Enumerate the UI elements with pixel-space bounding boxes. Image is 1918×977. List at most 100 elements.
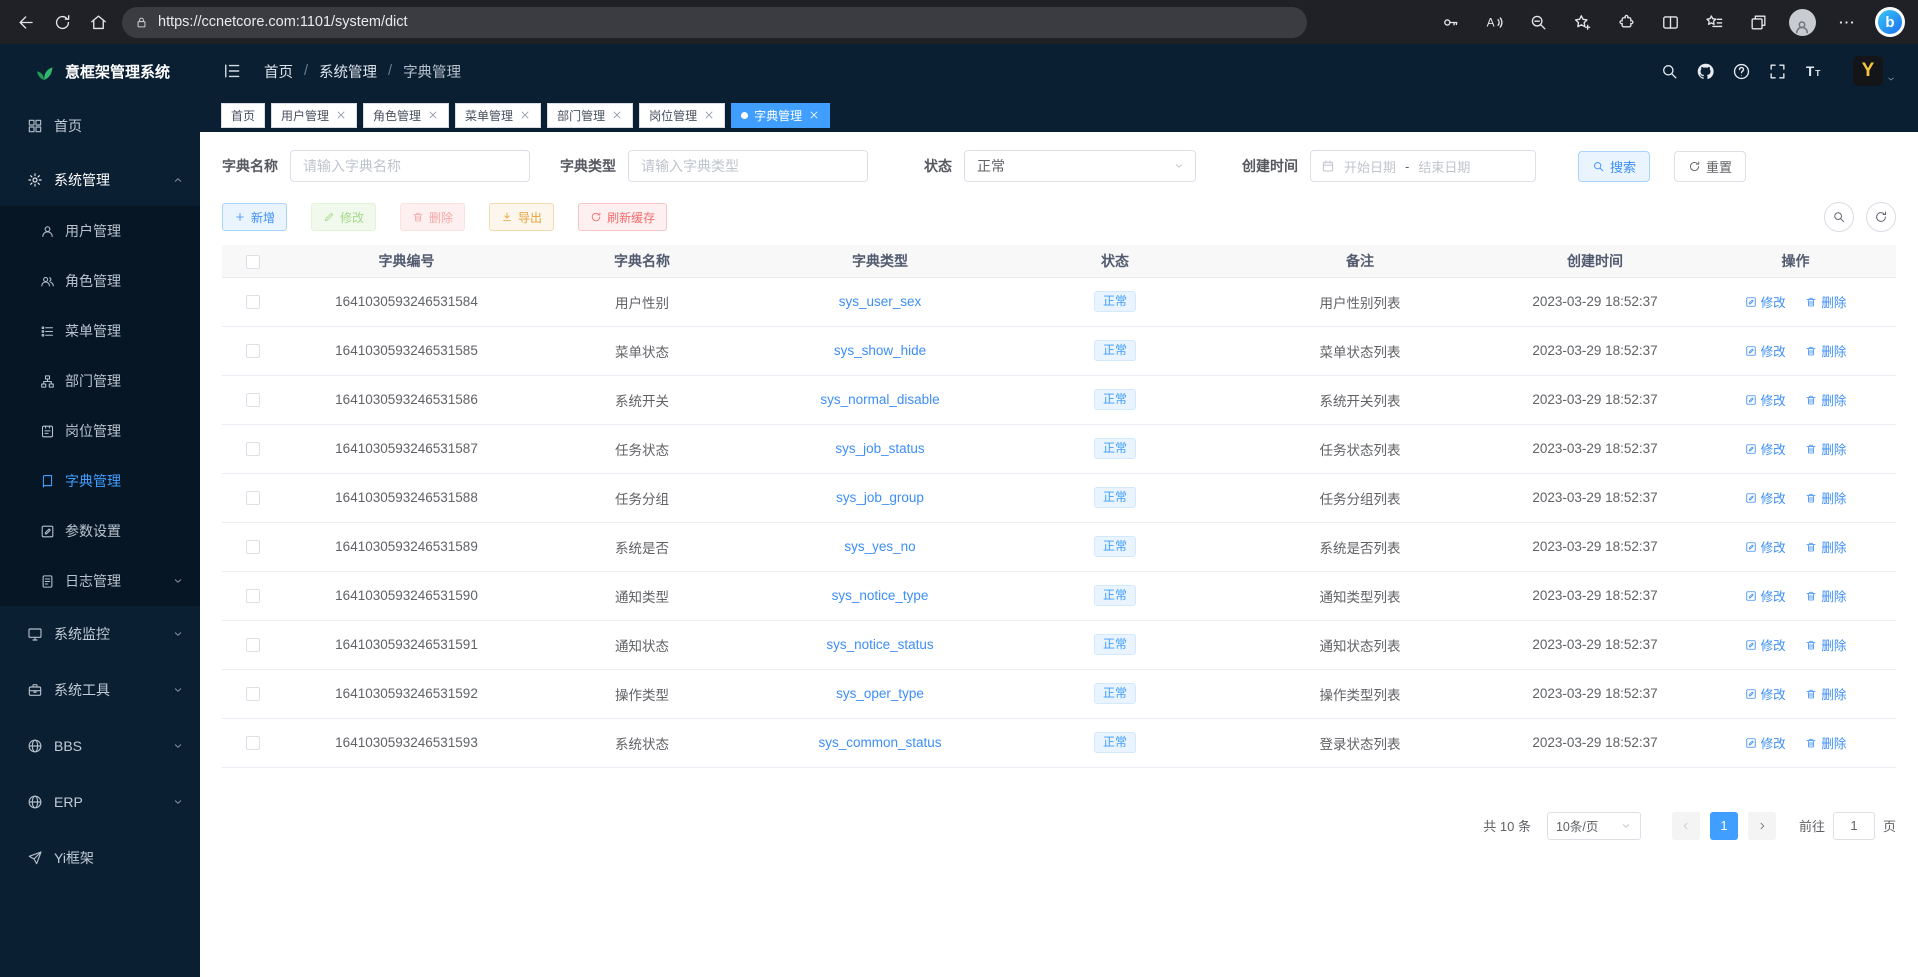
close-icon[interactable] [703, 109, 715, 121]
row-delete-button[interactable]: 删除 [1805, 488, 1846, 507]
toggle-search-button[interactable] [1824, 202, 1854, 232]
next-page-button[interactable] [1748, 812, 1776, 840]
dict-type-link[interactable]: sys_common_status [818, 735, 941, 750]
row-edit-button[interactable]: 修改 [1745, 586, 1786, 605]
sidebar-item-menu-management[interactable]: 菜单管理 [0, 306, 200, 356]
reset-button[interactable]: 重置 [1674, 151, 1746, 182]
dict-type-link[interactable]: sys_oper_type [836, 686, 924, 701]
user-menu[interactable]: Y [1853, 56, 1896, 86]
goto-page-input[interactable] [1833, 812, 1875, 840]
dict-type-link[interactable]: sys_normal_disable [820, 392, 939, 407]
select-all-checkbox[interactable] [246, 255, 260, 269]
row-delete-button[interactable]: 删除 [1805, 292, 1846, 311]
row-delete-button[interactable]: 删除 [1805, 733, 1846, 752]
password-key-icon[interactable] [1432, 4, 1468, 40]
prev-page-button[interactable] [1672, 812, 1700, 840]
sidebar-item-user-management[interactable]: 用户管理 [0, 206, 200, 256]
close-icon[interactable] [427, 109, 439, 121]
date-start-placeholder[interactable]: 开始日期 [1344, 157, 1396, 176]
tab-dept-management[interactable]: 部门管理 [547, 103, 633, 128]
browser-home-button[interactable] [80, 4, 116, 40]
row-checkbox[interactable] [246, 540, 260, 554]
search-button[interactable]: 搜索 [1578, 151, 1650, 182]
add-button[interactable]: 新增 [222, 203, 287, 231]
dict-type-link[interactable]: sys_user_sex [839, 294, 922, 309]
row-checkbox[interactable] [246, 491, 260, 505]
row-delete-button[interactable]: 删除 [1805, 341, 1846, 360]
app-logo[interactable]: 意框架管理系统 [0, 44, 200, 98]
sidebar-item-bbs[interactable]: BBS [0, 718, 200, 774]
export-button[interactable]: 导出 [489, 203, 554, 231]
row-delete-button[interactable]: 删除 [1805, 586, 1846, 605]
sidebar-item-post-management[interactable]: 岗位管理 [0, 406, 200, 456]
profile-avatar[interactable] [1784, 4, 1820, 40]
dict-type-link[interactable]: sys_show_hide [834, 343, 926, 358]
row-edit-button[interactable]: 修改 [1745, 292, 1786, 311]
tab-menu-management[interactable]: 菜单管理 [455, 103, 541, 128]
header-search-icon[interactable] [1659, 61, 1679, 81]
row-edit-button[interactable]: 修改 [1745, 733, 1786, 752]
favorites-icon[interactable] [1696, 4, 1732, 40]
dict-type-input[interactable] [628, 150, 868, 182]
dict-type-link[interactable]: sys_notice_type [832, 588, 929, 603]
dict-type-link[interactable]: sys_job_group [836, 490, 924, 505]
browser-back-button[interactable] [8, 4, 44, 40]
dict-name-input[interactable] [290, 150, 530, 182]
row-edit-button[interactable]: 修改 [1745, 341, 1786, 360]
row-checkbox[interactable] [246, 736, 260, 750]
row-delete-button[interactable]: 删除 [1805, 537, 1846, 556]
address-bar[interactable]: https://ccnetcore.com:1101/system/dict [122, 7, 1307, 38]
edit-button[interactable]: 修改 [311, 203, 376, 231]
tab-home[interactable]: 首页 [221, 103, 265, 128]
sidebar-item-home[interactable]: 首页 [0, 98, 200, 154]
date-range-picker[interactable]: 开始日期 - 结束日期 [1310, 150, 1536, 182]
tab-role-management[interactable]: 角色管理 [363, 103, 449, 128]
row-edit-button[interactable]: 修改 [1745, 537, 1786, 556]
collections-icon[interactable] [1740, 4, 1776, 40]
sidebar-item-system-monitor[interactable]: 系统监控 [0, 606, 200, 662]
add-favorite-icon[interactable] [1564, 4, 1600, 40]
row-checkbox[interactable] [246, 295, 260, 309]
dict-type-link[interactable]: sys_yes_no [844, 539, 915, 554]
close-icon[interactable] [519, 109, 531, 121]
row-delete-button[interactable]: 删除 [1805, 684, 1846, 703]
row-checkbox[interactable] [246, 638, 260, 652]
split-screen-icon[interactable] [1652, 4, 1688, 40]
tab-dict-management[interactable]: 字典管理 [731, 103, 830, 128]
breadcrumb-system[interactable]: 系统管理 [319, 61, 377, 82]
browser-menu-icon[interactable] [1828, 4, 1864, 40]
tab-post-management[interactable]: 岗位管理 [639, 103, 725, 128]
sidebar-item-dict-management[interactable]: 字典管理 [0, 456, 200, 506]
row-edit-button[interactable]: 修改 [1745, 635, 1786, 654]
fullscreen-icon[interactable] [1767, 61, 1787, 81]
breadcrumb-home[interactable]: 首页 [264, 61, 293, 82]
status-select[interactable]: 正常 [964, 150, 1196, 182]
row-checkbox[interactable] [246, 687, 260, 701]
date-end-placeholder[interactable]: 结束日期 [1418, 157, 1470, 176]
row-checkbox[interactable] [246, 344, 260, 358]
sidebar-item-dept-management[interactable]: 部门管理 [0, 356, 200, 406]
font-size-icon[interactable] [1803, 61, 1823, 81]
read-aloud-icon[interactable] [1476, 4, 1512, 40]
site-info-lock-icon[interactable] [134, 15, 149, 30]
refresh-table-button[interactable] [1866, 202, 1896, 232]
sidebar-item-system-management[interactable]: 系统管理 [0, 154, 200, 206]
sidebar-toggle-icon[interactable] [222, 61, 242, 81]
row-edit-button[interactable]: 修改 [1745, 684, 1786, 703]
extensions-icon[interactable] [1608, 4, 1644, 40]
row-checkbox[interactable] [246, 589, 260, 603]
sidebar-item-log-management[interactable]: 日志管理 [0, 556, 200, 606]
row-edit-button[interactable]: 修改 [1745, 390, 1786, 409]
browser-refresh-button[interactable] [44, 4, 80, 40]
refresh-cache-button[interactable]: 刷新缓存 [578, 203, 667, 231]
row-delete-button[interactable]: 删除 [1805, 635, 1846, 654]
row-edit-button[interactable]: 修改 [1745, 439, 1786, 458]
sidebar-item-param-settings[interactable]: 参数设置 [0, 506, 200, 556]
bing-icon[interactable]: b [1872, 4, 1908, 40]
row-delete-button[interactable]: 删除 [1805, 390, 1846, 409]
row-delete-button[interactable]: 删除 [1805, 439, 1846, 458]
zoom-out-icon[interactable] [1520, 4, 1556, 40]
tab-user-management[interactable]: 用户管理 [271, 103, 357, 128]
row-checkbox[interactable] [246, 393, 260, 407]
close-icon[interactable] [335, 109, 347, 121]
